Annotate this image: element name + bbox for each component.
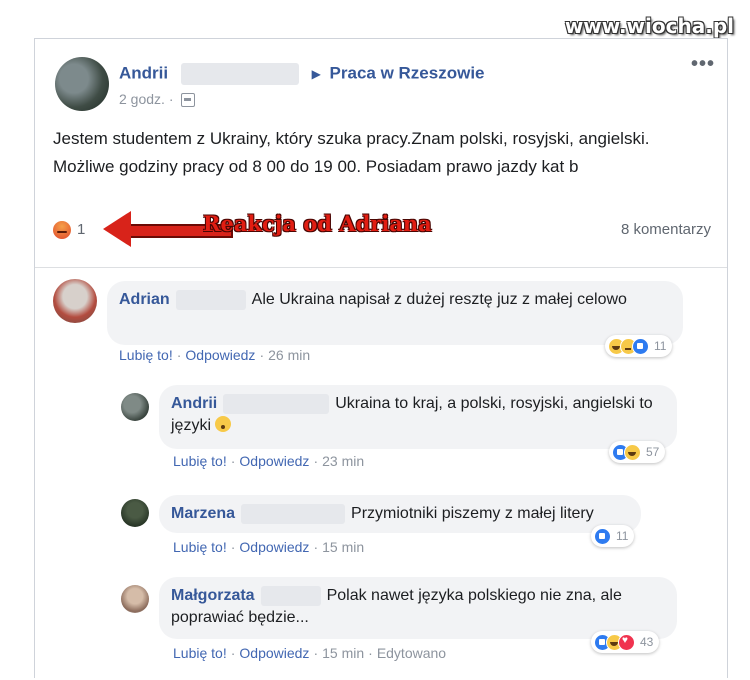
like-link[interactable]: Lubię to!	[173, 645, 227, 661]
reply-link[interactable]: Odpowiedz	[239, 645, 309, 661]
arrow-head	[103, 211, 131, 247]
comment-bubble: Małgorzata Polak nawet języka polskiego n…	[159, 577, 677, 639]
more-options-icon[interactable]: •••	[691, 53, 715, 76]
comment-author[interactable]: Andrii	[171, 395, 217, 412]
comment-time[interactable]: 15 min	[322, 539, 364, 555]
sep: ·	[313, 539, 319, 555]
post-reaction-count: 1	[77, 221, 86, 238]
comment-time[interactable]: 15 min	[322, 645, 364, 661]
comment-actions: Lubię to! · Odpowiedz · 15 min	[173, 539, 364, 555]
comment-time[interactable]: 26 min	[268, 347, 310, 363]
annotation-text: Reakcja od Adriana	[203, 211, 432, 236]
comment-reactions[interactable]: 11	[605, 335, 673, 357]
comment-text: Przymiotniki piszemy z małej litery	[351, 505, 594, 522]
like-link[interactable]: Lubię to!	[119, 347, 173, 363]
blurred-surname	[241, 503, 346, 524]
comment-reactions[interactable]: 57	[609, 441, 666, 463]
like-icon	[594, 527, 611, 545]
post-reactions[interactable]: 1	[53, 221, 86, 240]
comments-count[interactable]: 8 komentarzy	[621, 221, 711, 238]
reply-link[interactable]: Odpowiedz	[239, 453, 309, 469]
surprised-emoji-icon	[215, 416, 232, 432]
blurred-surname	[175, 289, 246, 310]
facebook-post-card: Andrii ▶ Praca w Rzeszowie 2 godz. · •••…	[34, 38, 728, 678]
avatar[interactable]	[53, 279, 97, 323]
divider	[35, 267, 727, 268]
comment-bubble: Adrian Ale Ukraina napisał z dużej resztę…	[107, 281, 683, 345]
post-meta: 2 godz. ·	[119, 91, 196, 108]
reply-link[interactable]: Odpowiedz	[239, 539, 309, 555]
sep: ·	[313, 453, 319, 469]
sep: ·	[176, 347, 182, 363]
blurred-surname	[180, 63, 299, 85]
sep: ·	[259, 347, 265, 363]
comment-actions: Lubię to! · Odpowiedz · 15 min · Edytowano	[173, 645, 446, 661]
sep: ·	[230, 539, 236, 555]
like-icon	[632, 337, 649, 355]
reaction-count: 57	[646, 445, 660, 459]
author-name[interactable]: Andrii	[119, 63, 168, 82]
love-icon	[618, 633, 635, 651]
edited-label[interactable]: Edytowano	[377, 645, 446, 661]
sep: ·	[313, 645, 319, 661]
group-icon	[181, 93, 196, 108]
post-time[interactable]: 2 godz.	[119, 91, 165, 107]
watermark: www.wiocha.pl	[564, 14, 734, 38]
blurred-surname	[223, 393, 330, 414]
comment-bubble: Andrii Ukraina to kraj, a polski, rosyjsk…	[159, 385, 677, 449]
comment-actions: Lubię to! · Odpowiedz · 23 min	[173, 453, 364, 469]
like-link[interactable]: Lubię to!	[173, 539, 227, 555]
comment-reactions[interactable]: 11	[591, 525, 635, 547]
comment-time[interactable]: 23 min	[322, 453, 364, 469]
avatar[interactable]	[121, 393, 149, 421]
angry-icon	[53, 221, 71, 240]
author-avatar[interactable]	[55, 57, 109, 111]
like-link[interactable]: Lubię to!	[173, 453, 227, 469]
comment-author[interactable]: Małgorzata	[171, 587, 255, 604]
reaction-count: 11	[654, 339, 667, 353]
comment-author[interactable]: Adrian	[119, 291, 170, 308]
comment-actions: Lubię to! · Odpowiedz · 26 min	[119, 347, 310, 363]
author-line: Andrii ▶ Praca w Rzeszowie	[119, 63, 485, 85]
triangle-right-icon: ▶	[311, 67, 321, 82]
avatar[interactable]	[121, 499, 149, 527]
sep: ·	[368, 645, 373, 661]
comment-text: Ale Ukraina napisał z dużej resztę juz z…	[251, 291, 627, 308]
sep: ·	[230, 453, 236, 469]
avatar[interactable]	[121, 585, 149, 613]
blurred-surname	[260, 585, 321, 606]
sep: ·	[230, 645, 236, 661]
comment-reactions[interactable]: 43	[591, 631, 660, 653]
reaction-count: 43	[640, 635, 654, 649]
comment-bubble: Marzena Przymiotniki piszemy z małej lite…	[159, 495, 641, 533]
haha-icon	[624, 443, 641, 461]
group-name[interactable]: Praca w Rzeszowie	[330, 63, 485, 82]
comment-author[interactable]: Marzena	[171, 505, 235, 522]
meta-dot: ·	[168, 91, 178, 107]
reaction-count: 11	[616, 529, 629, 543]
post-text: Jestem studentem z Ukrainy, który szuka …	[53, 129, 650, 176]
reply-link[interactable]: Odpowiedz	[185, 347, 255, 363]
